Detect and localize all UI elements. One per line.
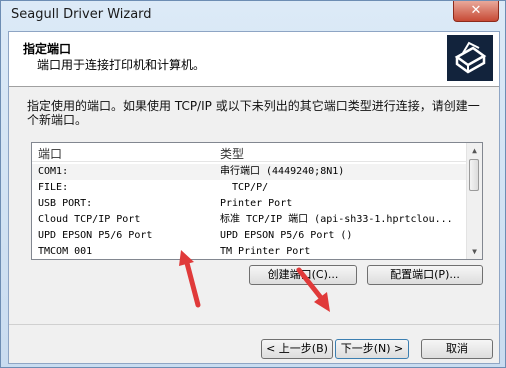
close-button[interactable]: ✕	[453, 1, 499, 22]
port-name: UPD EPSON P5/6 Port	[38, 230, 153, 241]
list-item[interactable]: FILE: TCP/P/	[32, 180, 466, 196]
configure-port-button[interactable]: 配置端口(P)...	[367, 265, 483, 285]
window-title: Seagull Driver Wizard	[11, 7, 152, 22]
port-type: TM Printer Port	[220, 246, 311, 257]
create-port-button[interactable]: 创建端口(C)...	[249, 265, 357, 285]
port-name: TMCOM 001	[38, 246, 93, 257]
printer-logo-icon	[447, 35, 493, 81]
port-name: FILE:	[38, 182, 69, 193]
wizard-header: 指定端口 端口用于连接打印机和计算机。	[9, 32, 499, 87]
header-divider	[32, 161, 466, 162]
port-type: 串行端口 (4449240;8N1)	[220, 166, 345, 177]
instruction-text: 指定使用的端口。如果使用 TCP/IP 或以下未列出的其它端口类型进行连接，请创…	[27, 99, 480, 127]
column-header-port[interactable]: 端口	[38, 145, 62, 162]
port-type: TCP/P/	[232, 182, 269, 193]
scroll-thumb[interactable]	[469, 159, 479, 191]
list-item[interactable]: USB PORT: Printer Port	[32, 196, 466, 212]
vertical-scrollbar[interactable]: ▲ ▼	[466, 143, 482, 259]
column-header-type[interactable]: 类型	[220, 145, 244, 162]
port-type: 标准 TCP/IP 端口 (api-sh33-1.hprtclou...	[220, 214, 453, 225]
wizard-window: Seagull Driver Wizard ✕ 指定端口 端口用于连接打印机和计…	[0, 0, 506, 368]
list-item[interactable]: UPD EPSON P5/6 Port UPD EPSON P5/6 Port …	[32, 228, 466, 244]
list-item[interactable]: Cloud TCP/IP Port 标准 TCP/IP 端口 (api-sh33…	[32, 212, 466, 228]
next-button[interactable]: 下一步(N) >	[335, 339, 409, 359]
page-subtitle: 端口用于连接打印机和计算机。	[37, 58, 206, 72]
back-button[interactable]: < 上一步(B)	[261, 339, 333, 359]
button-area-divider	[9, 324, 499, 325]
port-type: UPD EPSON P5/6 Port ()	[220, 230, 353, 241]
wizard-client-area: 指定端口 端口用于连接打印机和计算机。 指定使用的端口。如果使用 TCP/IP …	[8, 31, 500, 364]
scroll-up-icon[interactable]: ▲	[467, 143, 482, 158]
page-title: 指定端口	[23, 42, 72, 56]
port-name: COM1:	[38, 166, 69, 177]
close-icon: ✕	[470, 3, 482, 18]
port-name: Cloud TCP/IP Port	[38, 214, 141, 225]
port-list[interactable]: 端口 类型 COM1: 串行端口 (4449240;8N1) FILE: TCP…	[31, 142, 483, 260]
port-type: Printer Port	[220, 198, 293, 209]
list-item[interactable]: TMCOM 001 TM Printer Port	[32, 244, 466, 259]
scroll-down-icon[interactable]: ▼	[467, 244, 482, 259]
port-name: USB PORT:	[38, 198, 93, 209]
list-item[interactable]: COM1: 串行端口 (4449240;8N1)	[32, 164, 466, 180]
cancel-button[interactable]: 取消	[421, 339, 493, 359]
